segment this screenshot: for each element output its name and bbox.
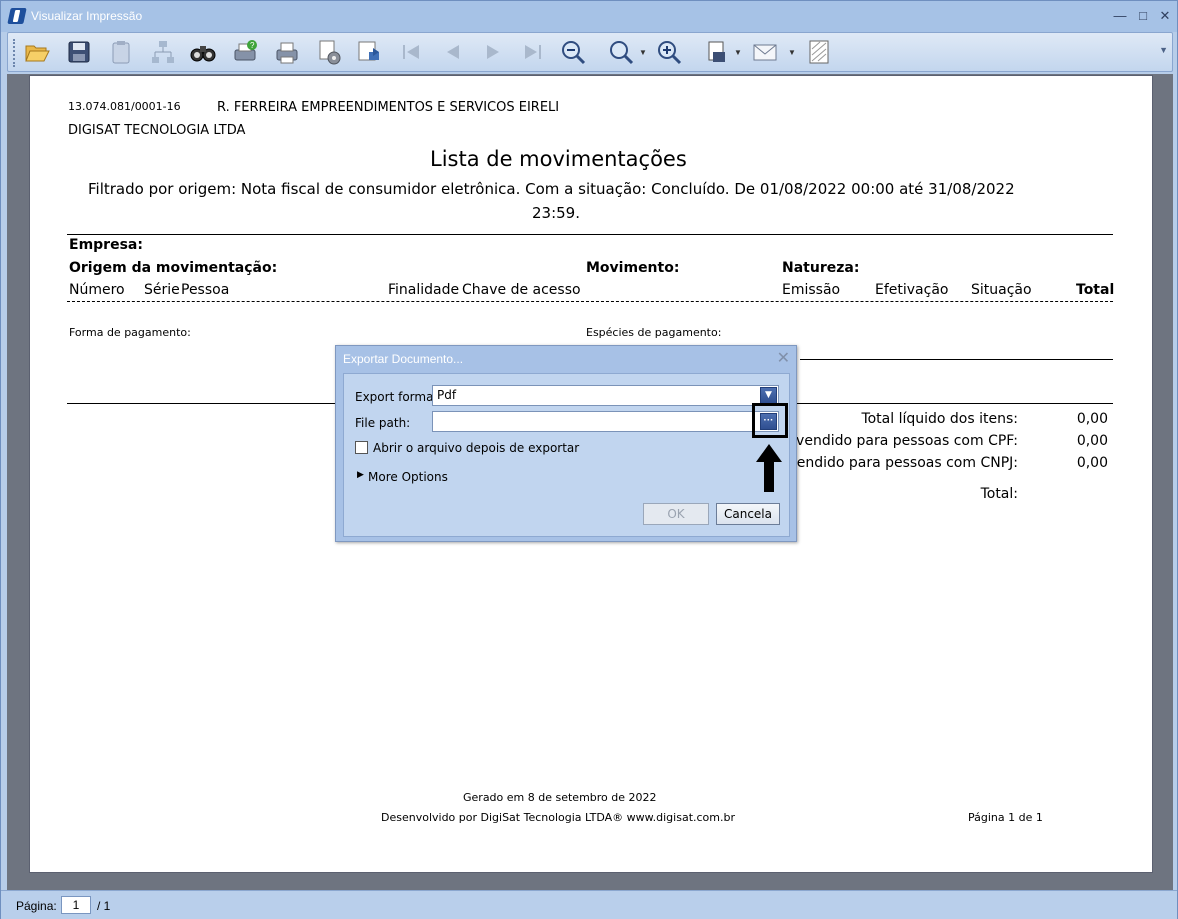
developed-by: Desenvolvido por DigiSat Tecnologia LTDA… [381, 811, 735, 824]
more-options-toggle[interactable]: More Options [368, 470, 448, 484]
save-icon[interactable] [64, 37, 94, 67]
zoom-dropdown-icon[interactable]: ▼ [639, 48, 647, 57]
page-number-input[interactable]: 1 [61, 896, 91, 914]
natureza-label: Natureza: [782, 260, 860, 276]
developer-company: DIGISAT TECNOLOGIA LTDA [68, 123, 246, 138]
dialog-close-icon[interactable]: ✕ [777, 348, 790, 368]
movimento-label: Movimento: [586, 260, 680, 276]
title-bar: Visualizar Impressão — □ ✕ [1, 1, 1177, 32]
origem-label: Origem da movimentação: [69, 260, 278, 276]
first-page-icon [396, 37, 426, 67]
filter-description: Filtrado por origem: Nota fiscal de cons… [88, 180, 1015, 198]
col-emissao: Emissão [782, 282, 841, 298]
col-situacao: Situação [971, 282, 1032, 298]
zoom-out-icon[interactable] [558, 37, 588, 67]
cnpj: 13.074.081/0001-16 [68, 100, 181, 113]
toolbar-grip[interactable] [13, 39, 17, 67]
watermark-icon[interactable] [804, 37, 834, 67]
page-label: Página: [16, 899, 57, 913]
minimize-button[interactable]: — [1111, 7, 1129, 25]
open-folder-icon[interactable] [22, 37, 52, 67]
expand-arrow-icon[interactable]: ▶ [357, 470, 364, 480]
total-cpf-value: 0,00 [1076, 433, 1108, 449]
maximize-button[interactable]: □ [1134, 7, 1152, 25]
export-format-label: Export format: [355, 390, 443, 404]
generated-date: Gerado em 8 de setembro de 2022 [463, 791, 657, 804]
dialog-title: Exportar Documento... [343, 352, 464, 366]
file-path-input[interactable]: ··· [432, 411, 779, 432]
ok-button[interactable]: OK [643, 503, 709, 525]
next-page-icon [478, 37, 508, 67]
export-format-value: Pdf [437, 388, 457, 402]
total-cnpj-label: vendido para pessoas com CNPJ: [788, 455, 1018, 471]
page-setup-icon[interactable] [314, 37, 344, 67]
binoculars-icon[interactable] [188, 37, 218, 67]
export-format-select[interactable]: Pdf ▼ [432, 385, 779, 406]
close-button[interactable]: ✕ [1156, 7, 1174, 25]
divider [67, 234, 1113, 235]
toolbar: ? ▼ ▼ ▼ ▼ [7, 32, 1173, 72]
empresa-label: Empresa: [69, 237, 143, 253]
clipboard-icon [106, 37, 136, 67]
col-finalidade: Finalidade [388, 282, 460, 298]
filter-description-cont: 23:59. [532, 204, 580, 222]
zoom-icon[interactable] [606, 37, 636, 67]
print-icon[interactable] [272, 37, 302, 67]
page-indicator: Página 1 de 1 [968, 811, 1043, 824]
col-numero: Número [69, 282, 125, 298]
report-title: Lista de movimentações [430, 147, 687, 171]
dialog-body: Export format: Pdf ▼ File path: ··· Abri… [343, 373, 790, 537]
chevron-down-icon[interactable]: ▼ [760, 387, 777, 404]
dashed-divider [67, 301, 1113, 302]
company-name: R. FERREIRA EMPREENDIMENTOS E SERVICOS E… [217, 100, 560, 115]
forma-pagamento-label: Forma de pagamento: [69, 326, 191, 339]
col-pessoa: Pessoa [181, 282, 230, 298]
total-liquido-value: 0,00 [1076, 411, 1108, 427]
cancel-button[interactable]: Cancela [716, 503, 780, 525]
svg-text:?: ? [250, 41, 255, 50]
col-serie: Série [144, 282, 180, 298]
previous-page-icon [438, 37, 468, 67]
open-after-export-label: Abrir o arquivo depois de exportar [373, 441, 580, 455]
status-bar: Página: 1 / 1 [1, 890, 1177, 919]
col-total: Total [1076, 282, 1115, 298]
page-total: / 1 [97, 899, 111, 913]
export-page-icon[interactable] [354, 37, 384, 67]
tree-icon [148, 37, 178, 67]
col-chave: Chave de acesso [462, 282, 581, 298]
total-liquido-label: Total líquido dos itens: [861, 411, 1018, 427]
export-icon[interactable] [702, 37, 732, 67]
open-after-export-checkbox[interactable] [355, 441, 368, 454]
print-setup-icon[interactable]: ? [230, 37, 260, 67]
col-efetivacao: Efetivação [875, 282, 949, 298]
total-cpf-label: al vendido para pessoas com CPF: [779, 433, 1018, 449]
especies-pagamento-label: Espécies de pagamento: [586, 326, 722, 339]
file-path-label: File path: [355, 416, 411, 430]
total-label: Total: [980, 486, 1018, 502]
up-arrow-icon [756, 444, 782, 492]
total-cnpj-value: 0,00 [1076, 455, 1108, 471]
app-logo-icon [7, 8, 27, 24]
email-dropdown-icon[interactable]: ▼ [788, 48, 796, 57]
divider [800, 359, 1113, 360]
export-dropdown-icon[interactable]: ▼ [734, 48, 742, 57]
toolbar-overflow-icon[interactable]: ▼ [1159, 45, 1168, 55]
window-title: Visualizar Impressão [31, 9, 143, 23]
email-icon[interactable] [750, 37, 780, 67]
highlight-box [752, 403, 788, 438]
export-document-dialog: Exportar Documento... ✕ Export format: P… [335, 345, 797, 542]
last-page-icon [518, 37, 548, 67]
zoom-in-icon[interactable] [654, 37, 684, 67]
